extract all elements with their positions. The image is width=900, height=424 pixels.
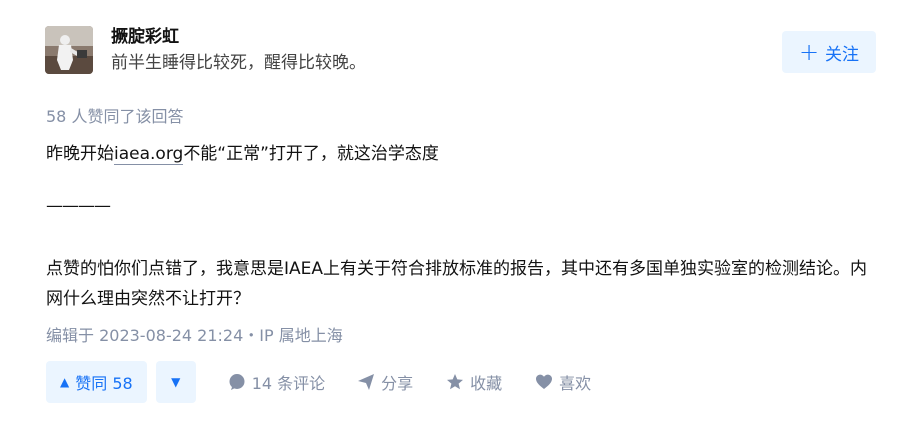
answer-card: 撅腚彩虹 前半生睡得比较死，醒得比较晚。 + 关注 58 人赞同了该回答 昨晚开…	[0, 0, 900, 424]
upvote-summary[interactable]: 58 人赞同了该回答	[46, 103, 183, 127]
author-bio: 前半生睡得比较死，醒得比较晚。	[111, 53, 366, 73]
edit-info[interactable]: 编辑于 2023-08-24 21:24・IP 属地上海	[46, 322, 343, 346]
vote-up-button[interactable]: ▲ 赞同 58	[46, 361, 147, 403]
p1-text-after: 不能“正常”打开了，就这治学态度	[183, 144, 439, 164]
text-divider: ————	[46, 196, 111, 216]
like-button[interactable]: 喜欢	[535, 370, 591, 394]
p1-text-before: 昨晚开始	[46, 144, 114, 164]
like-label: 喜欢	[559, 374, 592, 393]
author-header: 撅腚彩虹 前半生睡得比较死，醒得比较晚。	[45, 26, 366, 74]
comment-icon	[229, 374, 245, 390]
comment-button[interactable]: 14 条评论	[228, 370, 325, 394]
share-button[interactable]: 分享	[357, 370, 413, 394]
follow-button[interactable]: + 关注	[782, 31, 876, 73]
follow-label: 关注	[825, 44, 860, 65]
plus-icon: +	[798, 38, 820, 66]
star-icon	[447, 374, 464, 390]
favorite-button[interactable]: 收藏	[446, 370, 502, 394]
heart-icon	[536, 374, 553, 389]
triangle-down-icon: ▼	[171, 375, 181, 389]
author-name[interactable]: 撅腚彩虹	[111, 26, 366, 48]
vote-down-button[interactable]: ▼	[155, 361, 196, 403]
share-icon	[358, 374, 375, 390]
triangle-up-icon: ▲	[60, 375, 70, 389]
action-bar: ▲ 赞同 58 ▼ 14 条评论 分享 收藏 喜欢	[46, 361, 591, 403]
answer-paragraph-2: 点赞的怕你们点错了，我意思是IAEA上有关于符合排放标准的报告，其中还有多国单独…	[46, 259, 868, 309]
comment-label: 14 条评论	[251, 374, 326, 393]
iaea-link[interactable]: iaea.org	[114, 144, 184, 165]
avatar[interactable]	[45, 26, 93, 74]
favorite-label: 收藏	[470, 374, 503, 393]
vote-up-label: 赞同 58	[75, 374, 133, 393]
share-label: 分享	[381, 374, 414, 393]
answer-paragraph-1: 昨晚开始iaea.org不能“正常”打开了，就这治学态度	[46, 139, 876, 169]
